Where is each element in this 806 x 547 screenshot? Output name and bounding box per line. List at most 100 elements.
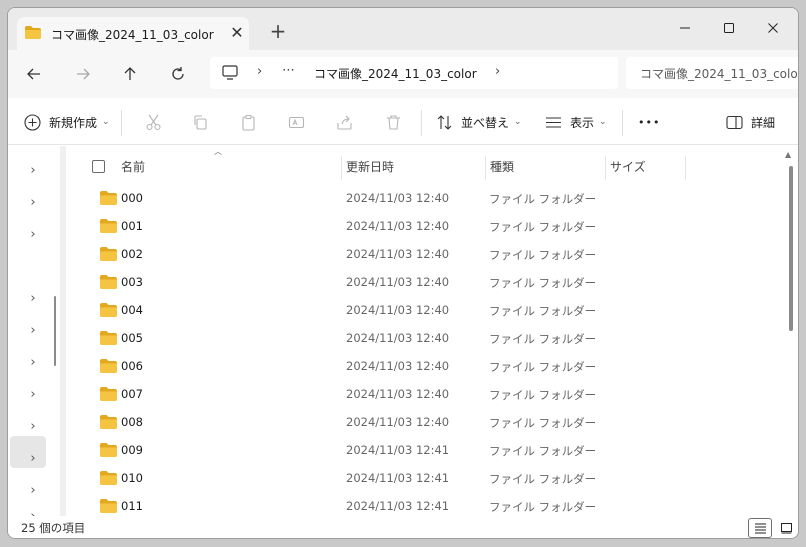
monitor-icon[interactable] bbox=[222, 65, 238, 80]
back-button[interactable] bbox=[20, 62, 48, 86]
file-name: 001 bbox=[121, 219, 143, 233]
table-row[interactable]: 007 2024/11/03 12:40 ファイル フォルダー bbox=[66, 380, 790, 408]
column-divider[interactable] bbox=[341, 156, 342, 180]
table-row[interactable]: 011 2024/11/03 12:41 ファイル フォルダー bbox=[66, 492, 790, 516]
table-row[interactable]: 004 2024/11/03 12:40 ファイル フォルダー bbox=[66, 296, 790, 324]
scissors-icon bbox=[146, 114, 161, 130]
details-pane-button[interactable]: 詳細 bbox=[726, 111, 775, 133]
share-button[interactable] bbox=[336, 111, 353, 133]
tab-title: コマ画像_2024_11_03_color bbox=[51, 28, 214, 42]
chevron-right-icon[interactable]: › bbox=[26, 228, 40, 242]
folder-icon bbox=[100, 191, 117, 205]
chevron-right-icon[interactable]: › bbox=[26, 388, 40, 402]
file-name: 005 bbox=[121, 331, 143, 345]
more-icon: ••• bbox=[638, 115, 661, 129]
rename-button[interactable] bbox=[288, 111, 305, 133]
chevron-right-icon[interactable]: › bbox=[495, 64, 500, 79]
file-modified: 2024/11/03 12:41 bbox=[346, 471, 450, 485]
search-input[interactable]: コマ画像_2024_11_03_color の検索 bbox=[640, 65, 798, 82]
folder-icon bbox=[100, 415, 117, 429]
refresh-button[interactable] bbox=[164, 62, 192, 86]
maximize-button[interactable] bbox=[709, 14, 749, 42]
chevron-right-icon[interactable]: › bbox=[26, 420, 40, 434]
search-box[interactable]: コマ画像_2024_11_03_color の検索 bbox=[626, 57, 798, 89]
chevron-right-icon[interactable]: › bbox=[26, 324, 40, 338]
chevron-right-icon[interactable]: › bbox=[26, 356, 40, 370]
copy-icon bbox=[194, 114, 207, 130]
folder-icon bbox=[100, 303, 117, 317]
file-modified: 2024/11/03 12:40 bbox=[346, 359, 450, 373]
sort-button[interactable]: 並べ替え ⌄ bbox=[436, 111, 522, 133]
close-icon bbox=[768, 23, 778, 33]
table-row[interactable]: 001 2024/11/03 12:40 ファイル フォルダー bbox=[66, 212, 790, 240]
forward-button[interactable] bbox=[69, 62, 97, 86]
nav-scrollbar[interactable] bbox=[54, 296, 56, 366]
delete-button[interactable] bbox=[385, 111, 402, 133]
file-modified: 2024/11/03 12:41 bbox=[346, 443, 450, 457]
scroll-up-arrow[interactable]: ▲ bbox=[785, 150, 791, 159]
breadcrumb-current-folder[interactable]: コマ画像_2024_11_03_color bbox=[314, 65, 477, 82]
file-modified: 2024/11/03 12:40 bbox=[346, 247, 450, 261]
new-button-label: 新規作成 bbox=[49, 115, 98, 130]
column-type[interactable]: 種類 bbox=[490, 158, 514, 175]
table-row[interactable]: 005 2024/11/03 12:40 ファイル フォルダー bbox=[66, 324, 790, 352]
file-type: ファイル フォルダー bbox=[489, 220, 597, 234]
table-row[interactable]: 000 2024/11/03 12:40 ファイル フォルダー bbox=[66, 184, 790, 212]
close-tab-icon[interactable]: ✕ bbox=[227, 23, 247, 43]
details-pane-icon bbox=[726, 115, 743, 129]
new-tab-button[interactable]: + bbox=[267, 21, 289, 43]
new-button[interactable]: 新規作成 ⌄ bbox=[24, 111, 110, 133]
folder-icon bbox=[100, 219, 117, 233]
cut-button[interactable] bbox=[145, 111, 162, 133]
folder-icon bbox=[100, 247, 117, 261]
column-name[interactable]: 名前 bbox=[121, 158, 145, 175]
close-window-button[interactable] bbox=[753, 14, 793, 42]
large-icons-view-button[interactable] bbox=[774, 518, 798, 538]
file-name: 009 bbox=[121, 443, 143, 457]
up-button[interactable] bbox=[116, 62, 144, 86]
paste-button[interactable] bbox=[240, 111, 257, 133]
folder-icon bbox=[100, 331, 117, 345]
column-divider[interactable] bbox=[485, 156, 486, 180]
sort-button-label: 並べ替え bbox=[461, 115, 510, 130]
file-name: 002 bbox=[121, 247, 143, 261]
table-row[interactable]: 006 2024/11/03 12:40 ファイル フォルダー bbox=[66, 352, 790, 380]
chevron-right-icon[interactable]: › bbox=[26, 484, 40, 498]
details-view-icon bbox=[754, 523, 766, 534]
command-bar: 新規作成 ⌄ 並べ替え ⌄ 表示 ⌄ ••• 詳細 bbox=[8, 98, 798, 145]
title-bar: コマ画像_2024_11_03_color ✕ + bbox=[8, 8, 798, 50]
column-size[interactable]: サイズ bbox=[610, 158, 646, 175]
breadcrumb[interactable]: › ⋯ コマ画像_2024_11_03_color › bbox=[210, 57, 618, 89]
copy-button[interactable] bbox=[192, 111, 209, 133]
table-row[interactable]: 003 2024/11/03 12:40 ファイル フォルダー bbox=[66, 268, 790, 296]
chevron-right-icon[interactable]: › bbox=[26, 452, 40, 466]
chevron-right-icon[interactable]: › bbox=[26, 196, 40, 210]
chevron-right-icon[interactable]: › bbox=[257, 64, 262, 79]
chevron-right-icon[interactable]: › bbox=[26, 292, 40, 306]
list-view-icon bbox=[546, 116, 561, 128]
share-icon bbox=[337, 115, 352, 130]
navigation-pane: › › › › › › › › › › › bbox=[8, 146, 56, 516]
details-view-button[interactable] bbox=[748, 518, 772, 538]
table-row[interactable]: 002 2024/11/03 12:40 ファイル フォルダー bbox=[66, 240, 790, 268]
column-divider[interactable] bbox=[685, 156, 686, 180]
tab-current-folder[interactable]: コマ画像_2024_11_03_color ✕ bbox=[17, 17, 249, 50]
select-all-checkbox[interactable] bbox=[92, 160, 105, 173]
chevron-right-icon[interactable]: › bbox=[26, 164, 40, 178]
table-row[interactable]: 008 2024/11/03 12:40 ファイル フォルダー bbox=[66, 408, 790, 436]
folder-icon bbox=[100, 499, 117, 513]
more-options-button[interactable]: ••• bbox=[638, 111, 660, 133]
file-modified: 2024/11/03 12:40 bbox=[346, 303, 450, 317]
file-type: ファイル フォルダー bbox=[489, 388, 597, 402]
file-list-scrollbar[interactable] bbox=[789, 166, 793, 331]
breadcrumb-more[interactable]: ⋯ bbox=[282, 63, 295, 78]
table-row[interactable]: 009 2024/11/03 12:41 ファイル フォルダー bbox=[66, 436, 790, 464]
minimize-button[interactable] bbox=[665, 14, 705, 42]
column-modified[interactable]: 更新日時 bbox=[346, 158, 394, 175]
view-button[interactable]: 表示 ⌄ bbox=[545, 111, 607, 133]
column-divider[interactable] bbox=[605, 156, 606, 180]
refresh-icon bbox=[172, 67, 184, 80]
file-modified: 2024/11/03 12:40 bbox=[346, 275, 450, 289]
table-row[interactable]: 010 2024/11/03 12:41 ファイル フォルダー bbox=[66, 464, 790, 492]
tiles-view-icon bbox=[780, 523, 792, 534]
